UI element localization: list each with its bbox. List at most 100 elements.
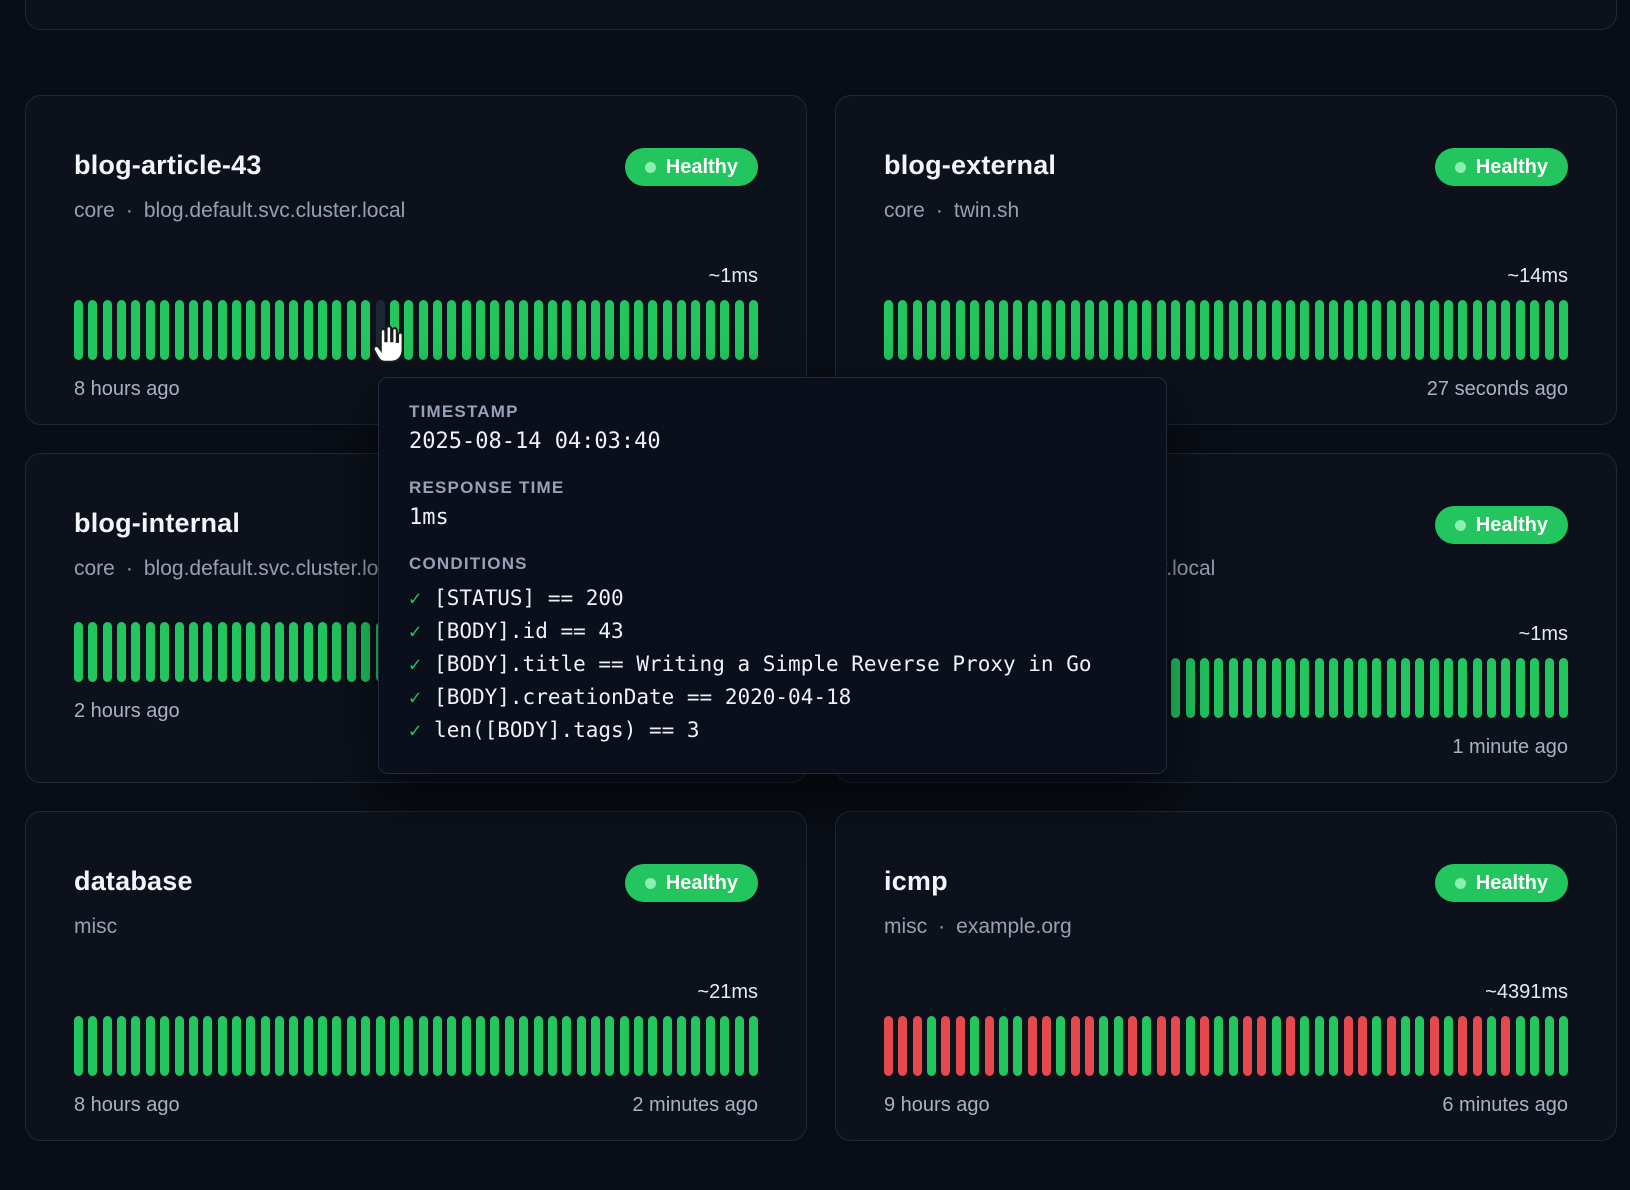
uptime-bar[interactable]	[1372, 1016, 1381, 1076]
uptime-bar[interactable]	[677, 300, 686, 360]
uptime-bar[interactable]	[74, 1016, 83, 1076]
uptime-bar[interactable]	[1214, 300, 1223, 360]
uptime-bar[interactable]	[103, 300, 112, 360]
uptime-bar[interactable]	[505, 300, 514, 360]
uptime-bar[interactable]	[447, 1016, 456, 1076]
uptime-bar[interactable]	[985, 1016, 994, 1076]
uptime-bar[interactable]	[1358, 1016, 1367, 1076]
uptime-bar[interactable]	[347, 1016, 356, 1076]
uptime-bar[interactable]	[1516, 300, 1525, 360]
uptime-bar[interactable]	[131, 1016, 140, 1076]
uptime-bar[interactable]	[160, 622, 169, 682]
uptime-bar[interactable]	[1042, 1016, 1051, 1076]
uptime-bar[interactable]	[462, 300, 471, 360]
uptime-bar[interactable]	[246, 1016, 255, 1076]
endpoint-card-database[interactable]: database Healthy misc ~21ms 8 hours ago …	[25, 811, 807, 1141]
uptime-bar[interactable]	[1315, 658, 1324, 718]
uptime-bar[interactable]	[146, 622, 155, 682]
uptime-bar[interactable]	[1128, 300, 1137, 360]
endpoint-card-blog-article-43[interactable]: blog-article-43 Healthy core · blog.defa…	[25, 95, 807, 425]
uptime-bar[interactable]	[275, 622, 284, 682]
uptime-bar[interactable]	[941, 1016, 950, 1076]
uptime-bar[interactable]	[620, 1016, 629, 1076]
uptime-bar[interactable]	[304, 1016, 313, 1076]
uptime-bar[interactable]	[146, 300, 155, 360]
uptime-bar[interactable]	[577, 1016, 586, 1076]
uptime-bar[interactable]	[1186, 1016, 1195, 1076]
uptime-bar[interactable]	[1415, 1016, 1424, 1076]
uptime-bar[interactable]	[189, 622, 198, 682]
uptime-bar[interactable]	[999, 300, 1008, 360]
uptime-bar[interactable]	[1545, 658, 1554, 718]
uptime-bar[interactable]	[1473, 1016, 1482, 1076]
uptime-bar[interactable]	[720, 300, 729, 360]
uptime-bar[interactable]	[1071, 300, 1080, 360]
uptime-bar[interactable]	[203, 300, 212, 360]
uptime-bar[interactable]	[1028, 1016, 1037, 1076]
uptime-bar[interactable]	[1501, 1016, 1510, 1076]
uptime-bar[interactable]	[927, 1016, 936, 1076]
uptime-bar[interactable]	[74, 300, 83, 360]
uptime-bar[interactable]	[189, 300, 198, 360]
uptime-bar[interactable]	[1401, 658, 1410, 718]
uptime-bar[interactable]	[404, 1016, 413, 1076]
uptime-bar[interactable]	[605, 300, 614, 360]
uptime-bar[interactable]	[1099, 1016, 1108, 1076]
uptime-bar[interactable]	[261, 300, 270, 360]
uptime-bar[interactable]	[1487, 300, 1496, 360]
uptime-bar[interactable]	[648, 300, 657, 360]
uptime-bar[interactable]	[648, 1016, 657, 1076]
uptime-bar[interactable]	[591, 300, 600, 360]
uptime-bar[interactable]	[419, 300, 428, 360]
uptime-bar[interactable]	[1272, 658, 1281, 718]
uptime-bar[interactable]	[1444, 300, 1453, 360]
uptime-bar[interactable]	[347, 300, 356, 360]
uptime-bar[interactable]	[1243, 658, 1252, 718]
uptime-bar[interactable]	[1171, 300, 1180, 360]
uptime-bar[interactable]	[634, 300, 643, 360]
uptime-bar[interactable]	[1415, 300, 1424, 360]
uptime-bar[interactable]	[1157, 1016, 1166, 1076]
uptime-bar[interactable]	[218, 300, 227, 360]
uptime-bar[interactable]	[1458, 658, 1467, 718]
uptime-bar[interactable]	[1545, 1016, 1554, 1076]
uptime-bar[interactable]	[1372, 300, 1381, 360]
uptime-bar[interactable]	[74, 622, 83, 682]
uptime-bar[interactable]	[1243, 1016, 1252, 1076]
uptime-bar[interactable]	[1344, 1016, 1353, 1076]
uptime-bar[interactable]	[1315, 1016, 1324, 1076]
uptime-bar[interactable]	[476, 300, 485, 360]
uptime-bar[interactable]	[1243, 300, 1252, 360]
uptime-bar[interactable]	[117, 622, 126, 682]
uptime-bar[interactable]	[218, 1016, 227, 1076]
uptime-bar[interactable]	[361, 1016, 370, 1076]
uptime-bar[interactable]	[1272, 1016, 1281, 1076]
uptime-bar[interactable]	[605, 1016, 614, 1076]
uptime-bar[interactable]	[347, 622, 356, 682]
uptime-bar[interactable]	[1257, 658, 1266, 718]
uptime-bar[interactable]	[1286, 300, 1295, 360]
uptime-bar[interactable]	[1171, 1016, 1180, 1076]
uptime-bar[interactable]	[490, 300, 499, 360]
uptime-bar[interactable]	[884, 300, 893, 360]
uptime-bar[interactable]	[175, 1016, 184, 1076]
uptime-bar[interactable]	[203, 1016, 212, 1076]
uptime-bar[interactable]	[304, 622, 313, 682]
uptime-bar[interactable]	[985, 300, 994, 360]
uptime-bar[interactable]	[332, 300, 341, 360]
uptime-bar[interactable]	[1056, 1016, 1065, 1076]
uptime-bar[interactable]	[1300, 658, 1309, 718]
uptime-bar[interactable]	[1501, 658, 1510, 718]
uptime-bar[interactable]	[1286, 658, 1295, 718]
uptime-bar[interactable]	[1559, 658, 1568, 718]
uptime-bar[interactable]	[577, 300, 586, 360]
uptime-bar[interactable]	[1257, 300, 1266, 360]
uptime-bar[interactable]	[534, 300, 543, 360]
uptime-bar[interactable]	[189, 1016, 198, 1076]
uptime-bar[interactable]	[999, 1016, 1008, 1076]
uptime-bar[interactable]	[1142, 300, 1151, 360]
uptime-bar[interactable]	[433, 1016, 442, 1076]
uptime-bar[interactable]	[318, 622, 327, 682]
uptime-bar[interactable]	[376, 300, 385, 360]
uptime-bar[interactable]	[390, 1016, 399, 1076]
